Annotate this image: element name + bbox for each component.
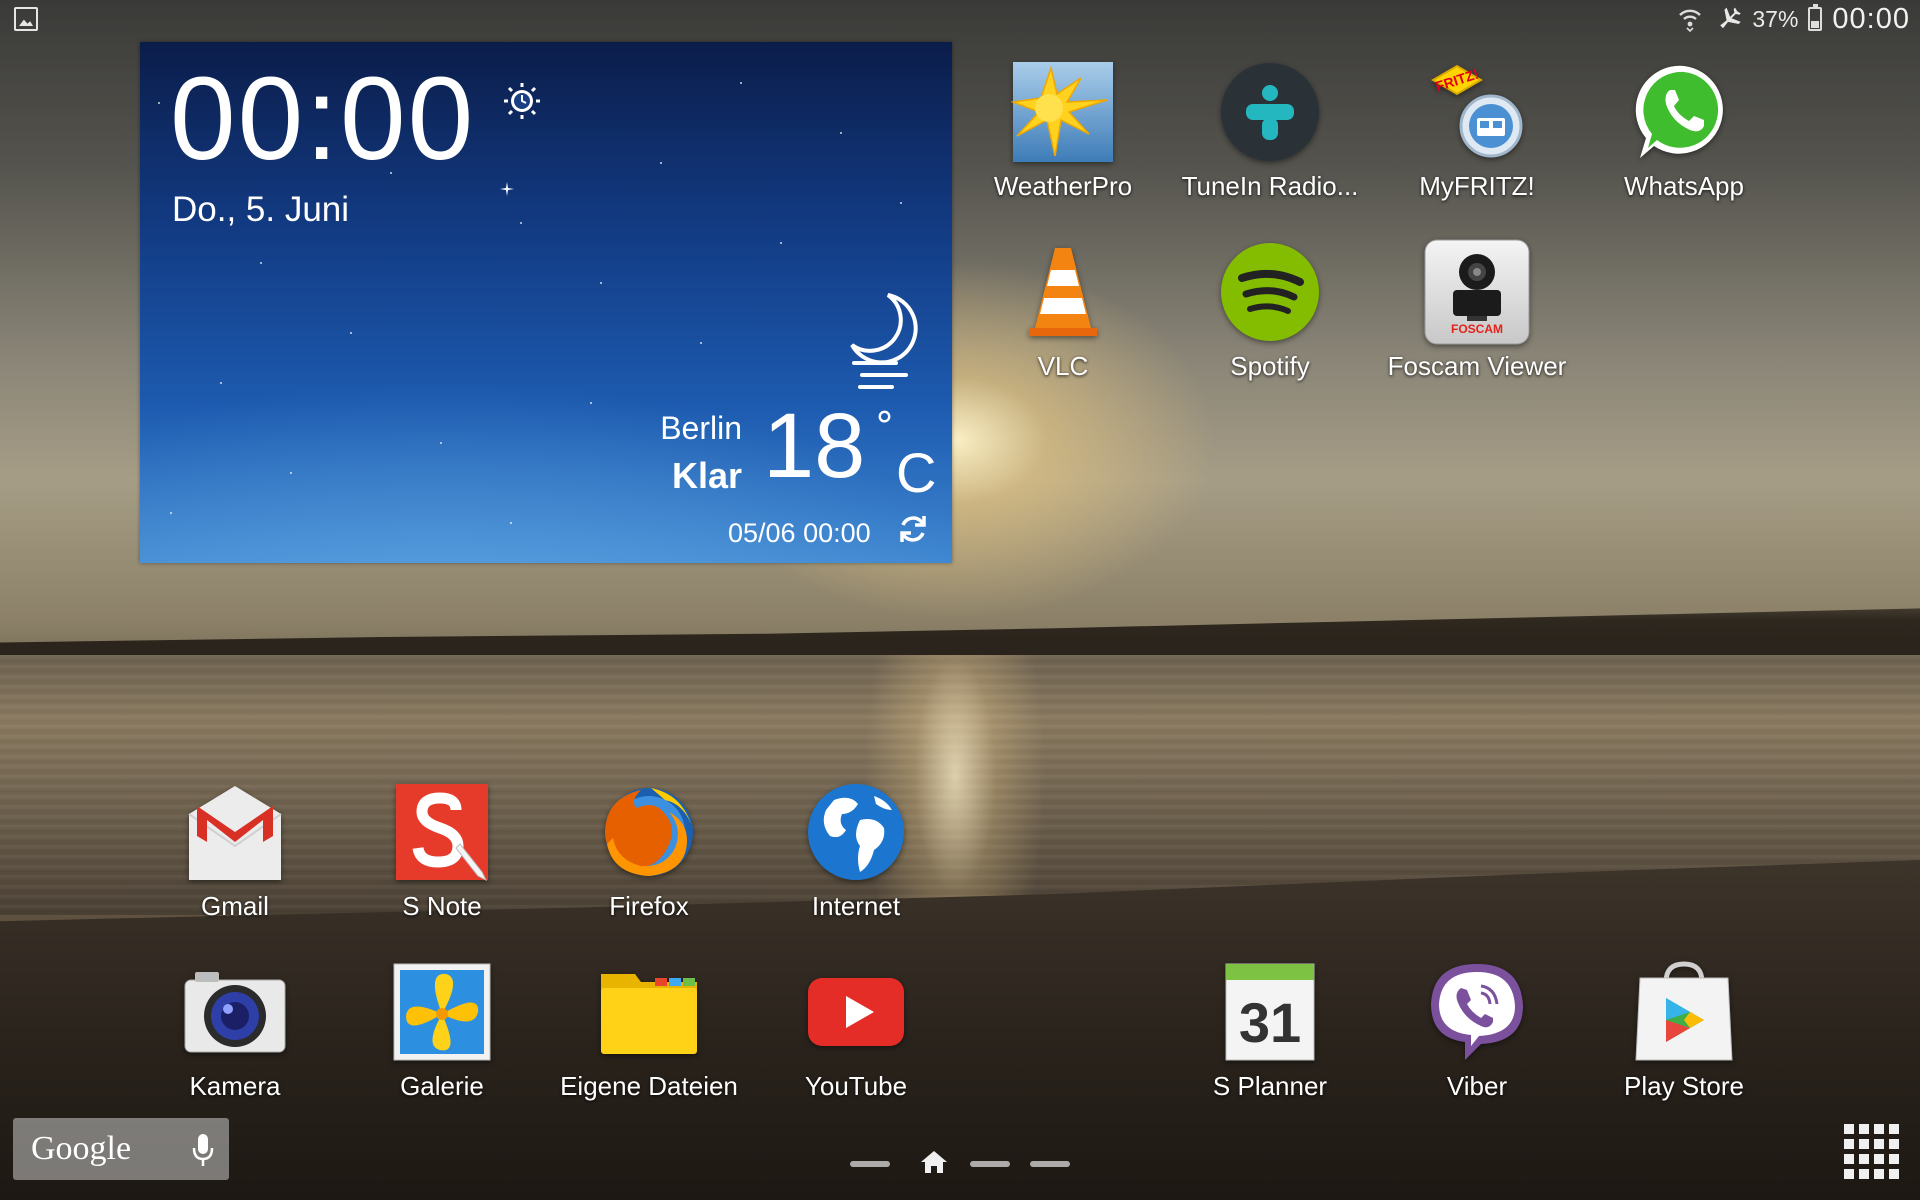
- wallpaper-treeline: [0, 608, 1920, 670]
- app-label-myfritz: MyFRITZ!: [1419, 171, 1535, 201]
- google-search-bar[interactable]: Google: [13, 1118, 229, 1180]
- app-gmail[interactable]: Gmail: [135, 776, 335, 922]
- app-label-s-planner: S Planner: [1212, 1071, 1328, 1101]
- status-clock: 00:00: [1832, 2, 1910, 35]
- microphone-icon[interactable]: [191, 1132, 215, 1168]
- folder-icon: [593, 956, 705, 1068]
- weatherpro-icon: [1007, 56, 1119, 168]
- refresh-icon[interactable]: [896, 512, 930, 546]
- youtube-icon: [800, 956, 912, 1068]
- app-myfritz[interactable]: FRITZ! MyFRITZ!: [1377, 56, 1577, 202]
- foscam-brand-text: FOSCAM: [1451, 322, 1503, 336]
- app-vlc[interactable]: VLC: [963, 236, 1163, 382]
- app-label-gmail: Gmail: [201, 891, 269, 921]
- app-weatherpro[interactable]: WeatherPro: [963, 56, 1163, 202]
- widget-condition: Klar: [671, 455, 742, 496]
- app-internet[interactable]: Internet: [756, 776, 956, 922]
- widget-updated-time: 05/06 00:00: [728, 518, 871, 548]
- vlc-icon: [1007, 236, 1119, 348]
- app-foscam-viewer[interactable]: FOSCAM Foscam Viewer: [1377, 236, 1577, 382]
- alarm-icon[interactable]: [502, 80, 542, 120]
- spotify-icon: [1214, 236, 1326, 348]
- firefox-icon: [593, 776, 705, 888]
- app-firefox[interactable]: Firefox: [549, 776, 749, 922]
- calendar-icon: 31: [1214, 956, 1326, 1068]
- widget-city: Berlin: [660, 410, 742, 446]
- app-label-galerie: Galerie: [400, 1071, 484, 1101]
- app-s-planner[interactable]: 31 S Planner: [1170, 956, 1370, 1102]
- moon-clear-night-icon: [850, 293, 918, 389]
- status-bar: 37% 00:00: [0, 0, 1920, 38]
- airplane-mode-icon: [1714, 5, 1742, 33]
- snote-icon: [386, 776, 498, 888]
- home-page-icon[interactable]: [920, 1150, 948, 1174]
- gallery-icon: [386, 956, 498, 1068]
- page-indicator[interactable]: [846, 1148, 1076, 1178]
- star-sparkle-icon: [500, 182, 514, 196]
- gallery-notification-icon[interactable]: [14, 7, 38, 31]
- app-label-weatherpro: WeatherPro: [993, 171, 1133, 201]
- app-label-whatsapp: WhatsApp: [1624, 171, 1744, 201]
- status-bar-right: 37% 00:00: [1676, 2, 1910, 36]
- battery-percent: 37%: [1752, 5, 1799, 32]
- myfritz-icon: FRITZ!: [1421, 56, 1533, 168]
- app-label-viber: Viber: [1446, 1071, 1508, 1101]
- page-indicator-dot[interactable]: [850, 1161, 890, 1167]
- tunein-icon: [1214, 56, 1326, 168]
- whatsapp-icon: [1628, 56, 1740, 168]
- app-whatsapp[interactable]: WhatsApp: [1584, 56, 1784, 202]
- app-eigene-dateien[interactable]: Eigene Dateien: [549, 956, 749, 1102]
- app-label-s-note: S Note: [402, 891, 482, 921]
- app-label-tunein: TuneIn Radio...: [1181, 171, 1359, 201]
- app-label-youtube: YouTube: [804, 1071, 908, 1101]
- widget-time[interactable]: 00:00: [170, 60, 475, 178]
- play-store-icon: [1628, 956, 1740, 1068]
- app-label-vlc: VLC: [1037, 351, 1089, 381]
- app-label-firefox: Firefox: [609, 891, 689, 921]
- viber-icon: [1421, 956, 1533, 1068]
- app-spotify[interactable]: Spotify: [1170, 236, 1370, 382]
- app-label-spotify: Spotify: [1230, 351, 1310, 381]
- widget-temperature: 18: [763, 395, 866, 497]
- wifi-icon: [1676, 5, 1704, 33]
- foscam-icon: FOSCAM: [1421, 236, 1533, 348]
- internet-globe-icon: [800, 776, 912, 888]
- app-youtube[interactable]: YouTube: [756, 956, 956, 1102]
- app-galerie[interactable]: Galerie: [342, 956, 542, 1102]
- app-label-kamera: Kamera: [189, 1071, 281, 1101]
- page-indicator-dot[interactable]: [1030, 1161, 1070, 1167]
- app-kamera[interactable]: Kamera: [135, 956, 335, 1102]
- app-viber[interactable]: Viber: [1377, 956, 1577, 1102]
- weather-clock-widget[interactable]: 00:00 Do., 5. Juni Berlin Klar 18 ° C 05…: [140, 42, 952, 563]
- all-apps-button[interactable]: [1844, 1124, 1900, 1180]
- calendar-day-text: 31: [1239, 991, 1301, 1054]
- app-label-internet: Internet: [811, 891, 901, 921]
- app-label-foscam: Foscam Viewer: [1387, 351, 1567, 381]
- app-play-store[interactable]: Play Store: [1584, 956, 1784, 1102]
- app-s-note[interactable]: S Note: [342, 776, 542, 922]
- widget-degree-symbol: °: [875, 404, 894, 448]
- google-logo: Google: [31, 1130, 132, 1167]
- widget-date: Do., 5. Juni: [172, 190, 350, 229]
- page-indicator-dot[interactable]: [970, 1161, 1010, 1167]
- app-label-eigene-dateien: Eigene Dateien: [560, 1071, 738, 1101]
- widget-temperature-unit: C: [896, 441, 937, 504]
- app-tunein-radio[interactable]: TuneIn Radio...: [1170, 56, 1370, 202]
- battery-icon: [1808, 4, 1823, 31]
- app-label-play-store: Play Store: [1624, 1071, 1744, 1101]
- camera-icon: [179, 956, 291, 1068]
- gmail-icon: [179, 776, 291, 888]
